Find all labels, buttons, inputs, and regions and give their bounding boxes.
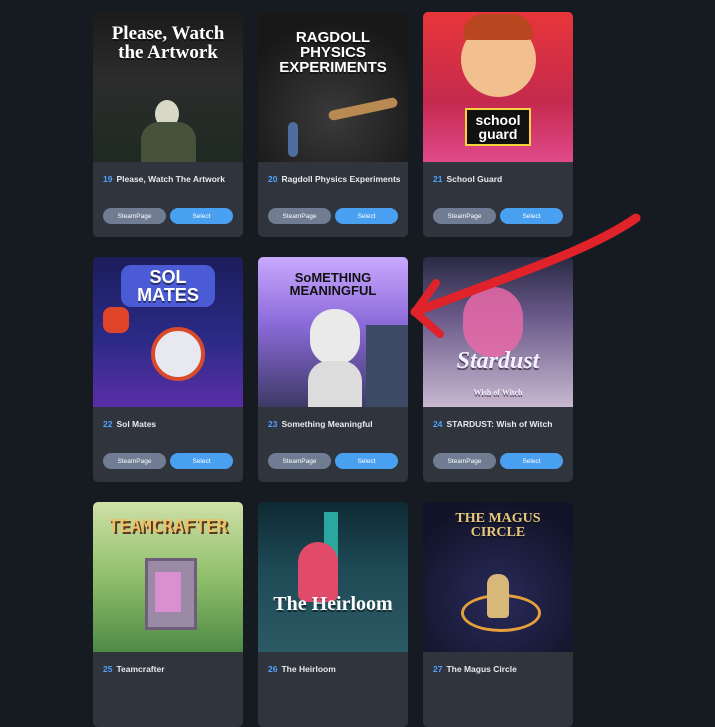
game-number: 26: [268, 664, 278, 674]
witch-figure: [463, 287, 523, 357]
character-head: [310, 309, 360, 365]
game-thumbnail[interactable]: Please, Watch the Artwork: [93, 12, 243, 162]
select-button[interactable]: Select: [335, 453, 398, 469]
game-name: The Heirloom: [281, 664, 336, 674]
game-name: STARDUST: Wish of Witch: [446, 419, 553, 429]
game-thumbnail[interactable]: SOL MATES: [93, 257, 243, 407]
game-card: SOL MATES 22 Sol Mates SteamPage Select: [93, 257, 243, 482]
game-card: SoMETHING MEANINGFUL 23 Something Meaning…: [258, 257, 408, 482]
mage-figure: [487, 574, 509, 618]
game-thumbnail[interactable]: school guard: [423, 12, 573, 162]
astronaut-helmet: [151, 327, 205, 381]
game-thumbnail[interactable]: Stardust Wish of Witch: [423, 257, 573, 407]
game-number: 27: [433, 664, 443, 674]
game-number: 25: [103, 664, 113, 674]
game-card: Stardust Wish of Witch 24 STARDUST: Wish …: [423, 257, 573, 482]
thumbnail-title: THE MAGUS CIRCLE: [455, 511, 541, 540]
thumbnail-title: SOL MATES: [121, 265, 215, 307]
thumbnail-title: Please, Watch the Artwork: [111, 23, 225, 63]
game-thumbnail[interactable]: SoMETHING MEANINGFUL: [258, 257, 408, 407]
game-name-row: 19 Please, Watch The Artwork: [103, 174, 237, 184]
game-name-row: 27 The Magus Circle: [433, 664, 567, 674]
steam-page-button[interactable]: SteamPage: [103, 453, 166, 469]
steam-page-button[interactable]: SteamPage: [433, 453, 496, 469]
select-button[interactable]: Select: [170, 208, 233, 224]
game-name-row: 24 STARDUST: Wish of Witch: [433, 419, 567, 429]
game-name: School Guard: [446, 174, 503, 184]
thumbnail-title: SoMETHING MEANINGFUL: [289, 270, 377, 298]
game-card: The Heirloom 26 The Heirloom: [258, 502, 408, 727]
building: [366, 325, 408, 407]
game-thumbnail[interactable]: THE MAGUS CIRCLE: [423, 502, 573, 652]
game-number: 19: [103, 174, 113, 184]
thumbnail-title: TEAMCRAFTER: [108, 516, 228, 537]
game-name-row: 23 Something Meaningful: [268, 419, 402, 429]
thumbnail-title: RAGDOLL PHYSICS EXPERIMENTS: [279, 29, 387, 76]
steam-page-button[interactable]: SteamPage: [268, 453, 331, 469]
game-name-row: 21 School Guard: [433, 174, 567, 184]
game-name: Ragdoll Physics Experiments: [281, 174, 401, 184]
game-name-row: 26 The Heirloom: [268, 664, 402, 674]
ragdoll-figure: [327, 96, 399, 122]
game-name-row: 20 Ragdoll Physics Experiments: [268, 174, 402, 184]
thumbnail-title: Stardust: [456, 348, 540, 374]
game-thumbnail[interactable]: RAGDOLL PHYSICS EXPERIMENTS: [258, 12, 408, 162]
astronaut-hand: [103, 307, 129, 333]
game-grid: Please, Watch the Artwork 19 Please, Watc…: [93, 12, 573, 727]
portal-glow: [155, 572, 181, 612]
game-name-row: 22 Sol Mates: [103, 419, 237, 429]
thumbnail-title: school guard: [465, 108, 531, 146]
select-button[interactable]: Select: [500, 453, 563, 469]
game-card: THE MAGUS CIRCLE 27 The Magus Circle: [423, 502, 573, 727]
thumbnail-title: The Heirloom: [273, 593, 393, 615]
select-button[interactable]: Select: [335, 208, 398, 224]
game-name: The Magus Circle: [446, 664, 517, 674]
select-button[interactable]: Select: [500, 208, 563, 224]
game-name: Sol Mates: [116, 419, 157, 429]
steam-page-button[interactable]: SteamPage: [268, 208, 331, 224]
ragdoll-figure-2: [288, 122, 298, 157]
game-name: Teamcrafter: [116, 664, 165, 674]
game-name: Please, Watch The Artwork: [116, 174, 225, 184]
game-thumbnail[interactable]: TEAMCRAFTER: [93, 502, 243, 652]
game-name-row: 25 Teamcrafter: [103, 664, 237, 674]
steam-page-button[interactable]: SteamPage: [433, 208, 496, 224]
mime-body: [141, 122, 196, 162]
select-button[interactable]: Select: [170, 453, 233, 469]
game-card: RAGDOLL PHYSICS EXPERIMENTS 20 Ragdoll Ph…: [258, 12, 408, 237]
game-number: 20: [268, 174, 278, 184]
game-thumbnail[interactable]: The Heirloom: [258, 502, 408, 652]
thumbnail-subtitle: Wish of Witch: [473, 388, 523, 397]
game-name: Something Meaningful: [281, 419, 373, 429]
game-number: 24: [433, 419, 443, 429]
boy-hair: [463, 14, 533, 40]
game-card: school guard 21 School Guard SteamPage Se…: [423, 12, 573, 237]
character-body: [308, 361, 362, 407]
game-card: TEAMCRAFTER 25 Teamcrafter: [93, 502, 243, 727]
game-number: 21: [433, 174, 443, 184]
game-number: 22: [103, 419, 113, 429]
game-card: Please, Watch the Artwork 19 Please, Watc…: [93, 12, 243, 237]
game-number: 23: [268, 419, 278, 429]
steam-page-button[interactable]: SteamPage: [103, 208, 166, 224]
